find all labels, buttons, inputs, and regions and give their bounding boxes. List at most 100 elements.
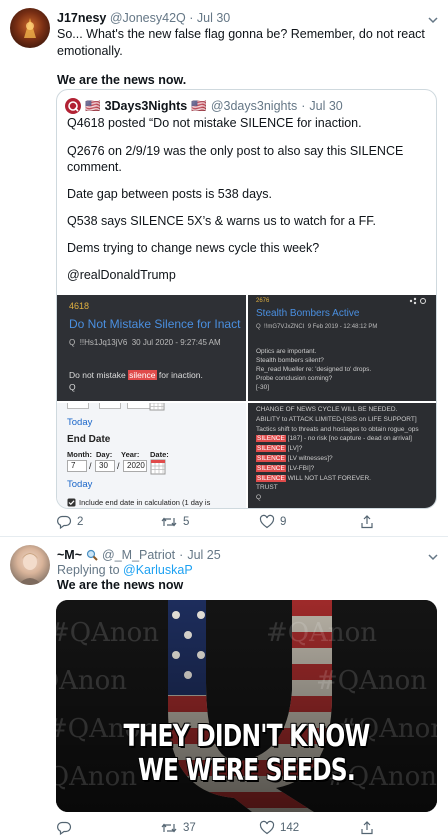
date-calculator-screenshot[interactable]: Today End Date Month: Day: Year: Date: 7… bbox=[57, 403, 246, 508]
silence-tag: SILENCE bbox=[256, 454, 286, 462]
retweet-icon bbox=[161, 823, 177, 833]
end-date-heading: End Date bbox=[67, 434, 111, 445]
silence-row: SILENCE [LV-FBI]? bbox=[256, 464, 419, 474]
reply-button[interactable] bbox=[56, 820, 77, 836]
meme-image[interactable]: #QAnon #QAnon #QAnon #QAnon #QAnon #QAno… bbox=[56, 600, 437, 812]
separator: · bbox=[189, 11, 194, 25]
quoted-timestamp[interactable]: Jul 30 bbox=[309, 99, 342, 113]
slash: / bbox=[117, 461, 120, 471]
field-month-top bbox=[67, 403, 89, 409]
retweet-count: 37 bbox=[183, 822, 196, 834]
post-title: Stealth Bombers Active bbox=[256, 308, 360, 319]
quoted-text-line: Date gap between posts is 538 days. bbox=[67, 187, 272, 201]
post-body: Optics are important. Stealth bombers si… bbox=[256, 347, 371, 392]
timestamp[interactable]: Jul 25 bbox=[187, 548, 220, 562]
include-end-date-row: Include end date in calculation (1 day i… bbox=[67, 498, 210, 507]
post-meta: Q !!Hs1Jq13jV6 30 Jul 2020 - 9:27:45 AM bbox=[69, 338, 221, 347]
silence-rest: WILL NOT LAST FOREVER. bbox=[285, 474, 371, 482]
q2676-screenshot[interactable]: 2676 Stealth Bombers Active Q !!mG7VJxZN… bbox=[248, 295, 436, 401]
day-label: Day: bbox=[96, 450, 113, 459]
year-field[interactable]: 2020 bbox=[123, 460, 147, 472]
meta-q: Q bbox=[69, 338, 76, 347]
replying-prefix: Replying to bbox=[57, 563, 124, 577]
silence-rest: [187] - no risk [no capture - dead on ar… bbox=[285, 435, 412, 443]
post-line: CHANGE OF NEWS CYCLE WILL BE NEEDED. bbox=[256, 406, 398, 413]
retweet-button[interactable]: 5 bbox=[160, 514, 189, 530]
post-line: Re_read Mueller re: 'designed to' drops. bbox=[256, 366, 372, 373]
date-label: Date: bbox=[150, 450, 169, 459]
handle[interactable]: @_M_Patriot bbox=[102, 548, 175, 562]
include-label: Include end date in calculation (1 day i… bbox=[79, 498, 211, 507]
slash: / bbox=[89, 461, 92, 471]
avatar-art-icon bbox=[24, 18, 36, 38]
quoted-display-name[interactable]: 3Days3Nights bbox=[105, 99, 188, 113]
chevron-down-icon[interactable] bbox=[426, 550, 440, 564]
today-link[interactable]: Today bbox=[67, 417, 92, 428]
quoted-text-line: Q538 says SILENCE 5X’s & warns us to wat… bbox=[67, 214, 376, 228]
silence-row: SILENCE [187] - no risk [no capture - de… bbox=[256, 434, 419, 444]
quoted-avatar[interactable] bbox=[65, 98, 81, 114]
quoted-image-grid[interactable]: 4618 Do Not Mistake Silence for Inact Q … bbox=[57, 295, 436, 508]
watermark: #QAnon bbox=[56, 666, 128, 696]
avatar-portrait-icon bbox=[18, 553, 42, 585]
quoted-text-line: Q4618 posted “Do not mistake SILENCE for… bbox=[67, 116, 362, 130]
today-link[interactable]: Today bbox=[67, 479, 92, 490]
chevron-down-icon[interactable] bbox=[426, 13, 440, 27]
reply-icon bbox=[57, 515, 72, 530]
month-field[interactable]: 7 bbox=[67, 460, 87, 472]
watermark: #QAnon bbox=[266, 618, 378, 648]
post-text: Do not mistake bbox=[69, 370, 129, 380]
tweet-2[interactable]: ~M~ @_M_Patriot · Jul 25 Replying to @Ka… bbox=[0, 537, 448, 839]
share-icon[interactable] bbox=[408, 297, 428, 305]
post-body: Do not mistake silence for inaction. bbox=[69, 370, 203, 380]
separator: · bbox=[301, 99, 306, 113]
q2676-screenshot-continued[interactable]: CHANGE OF NEWS CYCLE WILL BE NEEDED. ABI… bbox=[248, 403, 436, 508]
day-field[interactable]: 30 bbox=[95, 460, 115, 472]
retweet-icon bbox=[161, 517, 177, 527]
silence-row: SILENCE [LV witnesses]? bbox=[256, 454, 419, 464]
year-label: Year: bbox=[121, 450, 140, 459]
caption-line: WE WERE SEEDS. bbox=[138, 753, 356, 788]
tweet-1[interactable]: J17nesy @Jonesy42Q · Jul 30 So... What's… bbox=[0, 0, 448, 536]
q4618-screenshot[interactable]: 4618 Do Not Mistake Silence for Inact Q … bbox=[57, 295, 246, 401]
heart-icon bbox=[259, 514, 275, 529]
silence-tag: SILENCE bbox=[256, 464, 286, 472]
quoted-tweet[interactable]: 🇺🇸 3Days3Nights 🇺🇸 @3days3nights · Jul 3… bbox=[56, 89, 437, 509]
q-logo-icon bbox=[68, 101, 79, 112]
quoted-header: 🇺🇸 3Days3Nights 🇺🇸 @3days3nights · Jul 3… bbox=[65, 98, 343, 114]
share-button[interactable] bbox=[359, 514, 375, 530]
month-label: Month: bbox=[67, 450, 92, 459]
tweet-header: J17nesy @Jonesy42Q · Jul 30 bbox=[57, 11, 230, 25]
silence-rest: [LV-FBI]? bbox=[285, 464, 315, 472]
timestamp[interactable]: Jul 30 bbox=[197, 11, 230, 25]
share-icon bbox=[361, 515, 373, 529]
post-number: 4618 bbox=[69, 301, 90, 311]
quoted-handle[interactable]: @3days3nights bbox=[211, 99, 297, 113]
avatar[interactable] bbox=[10, 8, 50, 48]
checkbox-checked-icon[interactable] bbox=[67, 498, 76, 507]
retweet-button[interactable]: 37 bbox=[160, 820, 196, 836]
magnifier-emoji-icon bbox=[86, 549, 98, 561]
handle[interactable]: @Jonesy42Q bbox=[110, 11, 186, 25]
silence-row: SILENCE [LV]? bbox=[256, 444, 419, 454]
meta-date: 30 Jul 2020 - 9:27:45 AM bbox=[131, 338, 221, 347]
replying-to-link[interactable]: @KarluskaP bbox=[123, 563, 193, 577]
silence-tag: SILENCE bbox=[256, 474, 286, 482]
post-text: for inaction. bbox=[156, 370, 203, 380]
like-button[interactable]: 9 bbox=[259, 514, 286, 530]
share-button[interactable] bbox=[359, 820, 375, 836]
calendar-icon[interactable] bbox=[150, 459, 166, 475]
reply-button[interactable]: 2 bbox=[56, 514, 83, 530]
like-button[interactable]: 142 bbox=[259, 820, 299, 836]
watermark: #QAnon bbox=[316, 666, 428, 696]
separator: · bbox=[179, 548, 184, 562]
display-name[interactable]: ~M~ bbox=[57, 548, 82, 562]
display-name[interactable]: J17nesy bbox=[57, 11, 106, 25]
mention-link[interactable]: @realDonaldTrump bbox=[67, 267, 176, 283]
silence-row: SILENCE WILL NOT LAST FOREVER. bbox=[256, 474, 419, 484]
silence-rest: [LV witnesses]? bbox=[285, 454, 333, 462]
avatar[interactable] bbox=[10, 545, 50, 585]
post-line: TRUST bbox=[256, 484, 278, 492]
post-sign: Q bbox=[69, 382, 76, 392]
highlighted-word: silence bbox=[128, 370, 157, 380]
